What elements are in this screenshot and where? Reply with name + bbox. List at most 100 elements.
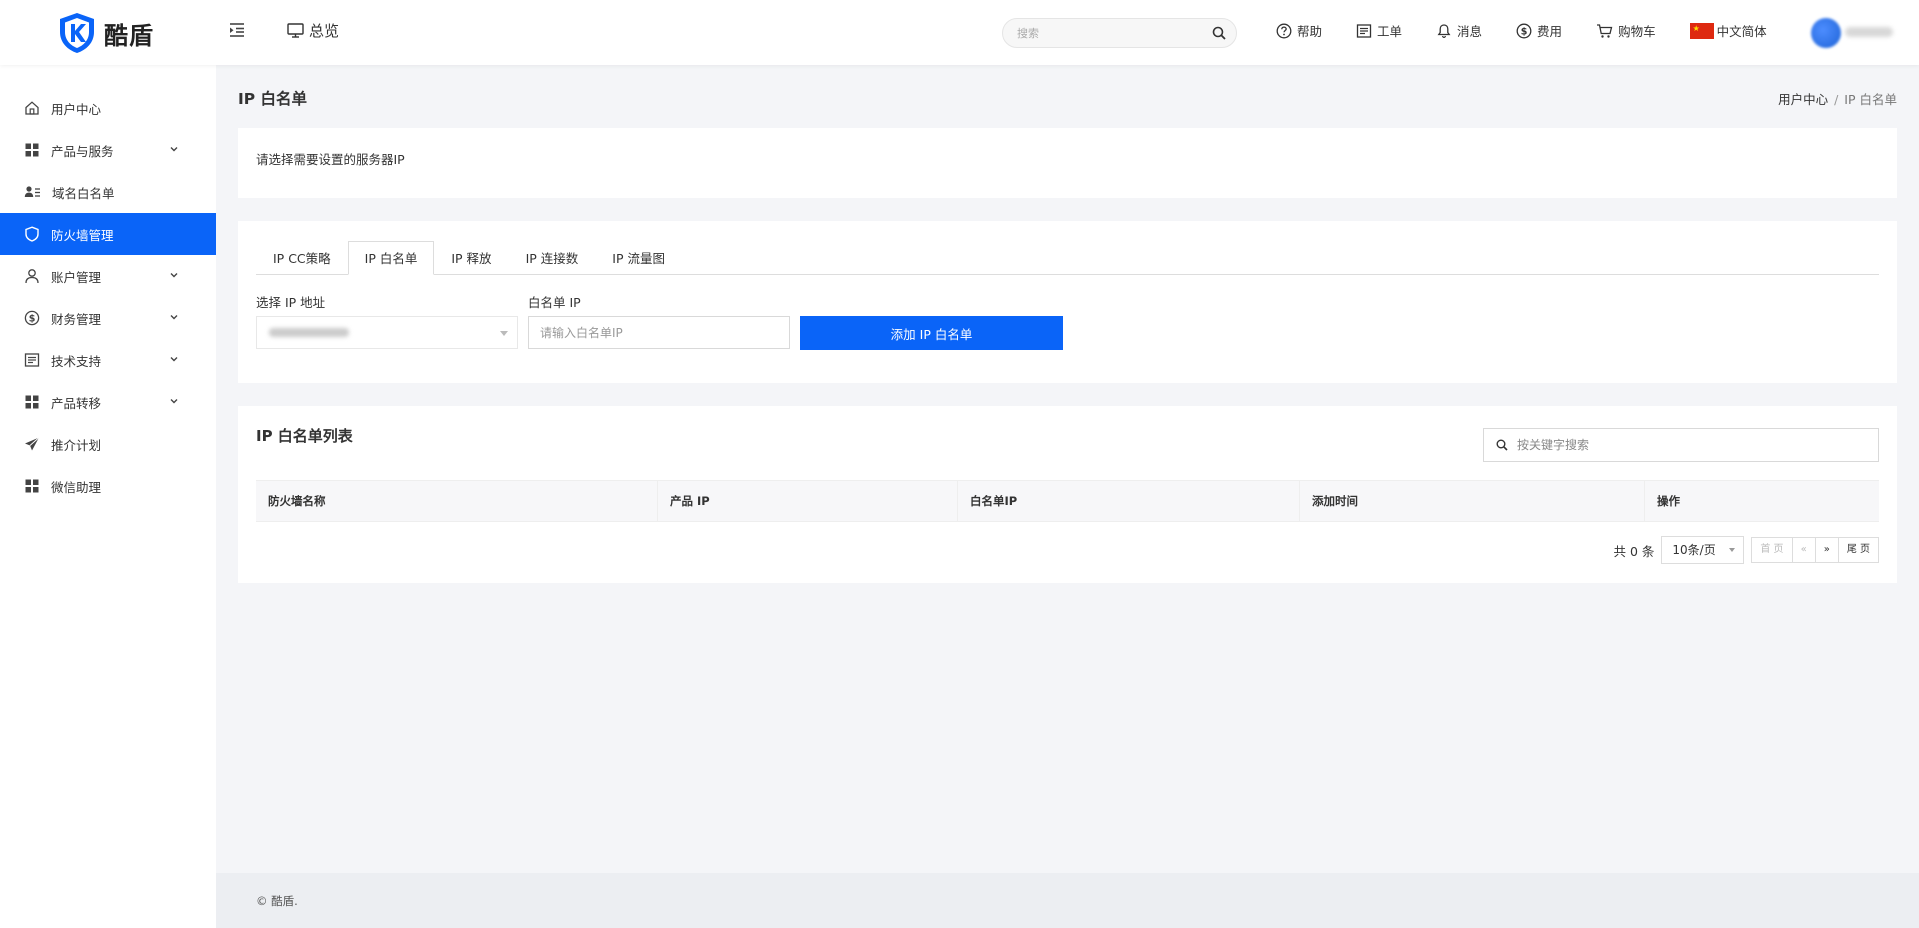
last-page-button[interactable]: 尾 页 — [1837, 537, 1879, 563]
selected-ip-blurred — [269, 328, 349, 337]
sidebar: 用户中心 产品与服务 域名白名单 防火墙管理 账户管理 $ 财务管理 技术支持 … — [0, 65, 216, 928]
next-page-button[interactable]: » — [1814, 537, 1839, 563]
sidebar-item-label: 推介计划 — [51, 437, 102, 453]
grid-icon — [25, 479, 39, 493]
page-title: IP 白名单 — [238, 90, 308, 108]
nav-language[interactable]: 中文简体 — [1689, 21, 1767, 40]
breadcrumb: 用户中心 / IP 白名单 — [1778, 89, 1897, 108]
tab-ip-connections[interactable]: IP 连接数 — [509, 241, 596, 275]
sidebar-item-product-transfer[interactable]: 产品转移 — [0, 381, 216, 423]
sidebar-item-label: 域名白名单 — [52, 185, 115, 201]
search-icon — [1496, 439, 1508, 451]
whitelist-form-card: IP CC策略 IP 白名单 IP 释放 IP 连接数 IP 流量图 选择 IP… — [238, 221, 1897, 383]
monitor-icon — [287, 23, 304, 38]
collapse-menu-icon[interactable] — [228, 21, 246, 39]
column-whitelist-ip[interactable]: 白名单IP — [958, 481, 1300, 521]
whitelist-list-card: IP 白名单列表 防火墙名称 产品 IP 白名单IP 添加时间 操作 共 0 条… — [238, 406, 1897, 583]
chevron-down-icon — [170, 315, 178, 320]
table-header: 防火墙名称 产品 IP 白名单IP 添加时间 操作 — [256, 480, 1879, 522]
column-product-ip[interactable]: 产品 IP — [658, 481, 958, 521]
search-icon[interactable] — [1212, 26, 1226, 40]
page-size-value: 10条/页 — [1672, 543, 1716, 557]
whitelist-list-title: IP 白名单列表 — [256, 427, 353, 445]
sidebar-item-label: 产品转移 — [51, 395, 102, 411]
total-count: 共 0 条 — [1613, 543, 1655, 559]
nav-messages-label: 消息 — [1457, 24, 1483, 39]
grid-icon — [25, 143, 39, 157]
caret-down-icon — [1729, 548, 1736, 552]
brand-name: 酷盾 — [104, 21, 154, 50]
help-icon — [1276, 23, 1292, 38]
brand-logo[interactable]: 酷盾 — [58, 12, 154, 54]
ticket-icon — [1356, 23, 1372, 38]
tab-ip-cc-policy[interactable]: IP CC策略 — [256, 241, 348, 275]
sidebar-item-label: 产品与服务 — [51, 143, 114, 159]
sidebar-item-label: 用户中心 — [51, 101, 102, 117]
keyword-search-input[interactable] — [1517, 438, 1878, 452]
nav-language-label: 中文简体 — [1716, 24, 1767, 39]
sidebar-item-support[interactable]: 技术支持 — [0, 339, 216, 381]
breadcrumb-root[interactable]: 用户中心 — [1778, 92, 1828, 107]
breadcrumb-separator: / — [1834, 92, 1839, 107]
first-page-button[interactable]: 首 页 — [1751, 537, 1793, 563]
page-size-select[interactable]: 10条/页 — [1661, 536, 1745, 564]
user-icon — [25, 269, 39, 284]
home-icon — [25, 101, 39, 115]
svg-text:$: $ — [29, 314, 36, 325]
dollar-icon: $ — [24, 310, 40, 326]
tab-ip-traffic[interactable]: IP 流量图 — [595, 241, 682, 275]
header-search-input[interactable] — [1017, 26, 1212, 40]
footer: © 酷盾. — [216, 873, 1919, 928]
svg-text:$: $ — [1521, 26, 1528, 37]
sidebar-item-products[interactable]: 产品与服务 — [0, 129, 216, 171]
nav-billing-label: 费用 — [1537, 24, 1563, 39]
header-nav: 帮助 工单 消息 $ 费用 购物车 ★ 中文简体 — [1276, 21, 1801, 40]
column-added-time[interactable]: 添加时间 — [1300, 481, 1645, 521]
sidebar-item-firewall[interactable]: 防火墙管理 — [0, 213, 216, 255]
nav-cart-label: 购物车 — [1618, 24, 1656, 39]
nav-help[interactable]: 帮助 — [1276, 21, 1322, 40]
sidebar-item-referral[interactable]: 推介计划 — [0, 423, 216, 465]
server-select-hint: 请选择需要设置的服务器IP — [256, 152, 405, 167]
sidebar-item-domain-whitelist[interactable]: 域名白名单 — [0, 171, 216, 213]
sidebar-item-user-center[interactable]: 用户中心 — [0, 87, 216, 129]
paper-plane-icon — [25, 437, 40, 451]
column-firewall-name[interactable]: 防火墙名称 — [256, 481, 658, 521]
nav-ticket[interactable]: 工单 — [1356, 21, 1402, 40]
sidebar-item-label: 防火墙管理 — [51, 227, 114, 243]
chevron-down-icon — [170, 399, 178, 404]
breadcrumb-current: IP 白名单 — [1844, 92, 1897, 107]
dollar-icon: $ — [1516, 23, 1532, 38]
add-whitelist-button[interactable]: 添加 IP 白名单 — [800, 316, 1063, 350]
user-list-icon — [24, 186, 40, 197]
shield-logo-icon — [60, 13, 94, 53]
nav-billing[interactable]: $ 费用 — [1516, 21, 1562, 40]
nav-cart[interactable]: 购物车 — [1596, 21, 1656, 40]
caret-down-icon — [500, 331, 508, 336]
overview-link[interactable]: 总览 — [287, 20, 339, 41]
tab-ip-release[interactable]: IP 释放 — [434, 241, 508, 275]
keyword-search — [1483, 428, 1879, 462]
grid-icon — [25, 395, 39, 409]
whitelist-ip-input[interactable] — [528, 316, 790, 349]
top-header: 酷盾 总览 帮助 — [0, 0, 1919, 65]
tab-ip-whitelist[interactable]: IP 白名单 — [347, 241, 435, 275]
sidebar-item-wechat[interactable]: 微信助理 — [0, 465, 216, 507]
header-search — [1002, 18, 1237, 48]
pagination: 共 0 条 10条/页 首 页 « » 尾 页 — [1613, 536, 1879, 564]
chevron-down-icon — [170, 147, 178, 152]
sidebar-item-account[interactable]: 账户管理 — [0, 255, 216, 297]
sidebar-item-label: 财务管理 — [51, 311, 102, 327]
user-name-blurred[interactable] — [1845, 27, 1893, 37]
prev-page-button[interactable]: « — [1791, 537, 1816, 563]
firewall-tabs: IP CC策略 IP 白名单 IP 释放 IP 连接数 IP 流量图 — [256, 241, 1879, 275]
sidebar-item-finance[interactable]: $ 财务管理 — [0, 297, 216, 339]
nav-messages[interactable]: 消息 — [1436, 21, 1482, 40]
ip-address-select[interactable] — [256, 316, 518, 349]
chevron-down-icon — [170, 273, 178, 278]
whitelist-ip-label: 白名单 IP — [528, 295, 581, 310]
select-ip-label: 选择 IP 地址 — [256, 295, 326, 310]
user-avatar[interactable] — [1811, 18, 1841, 48]
copyright: © 酷盾. — [256, 894, 298, 908]
overview-label: 总览 — [309, 22, 340, 40]
